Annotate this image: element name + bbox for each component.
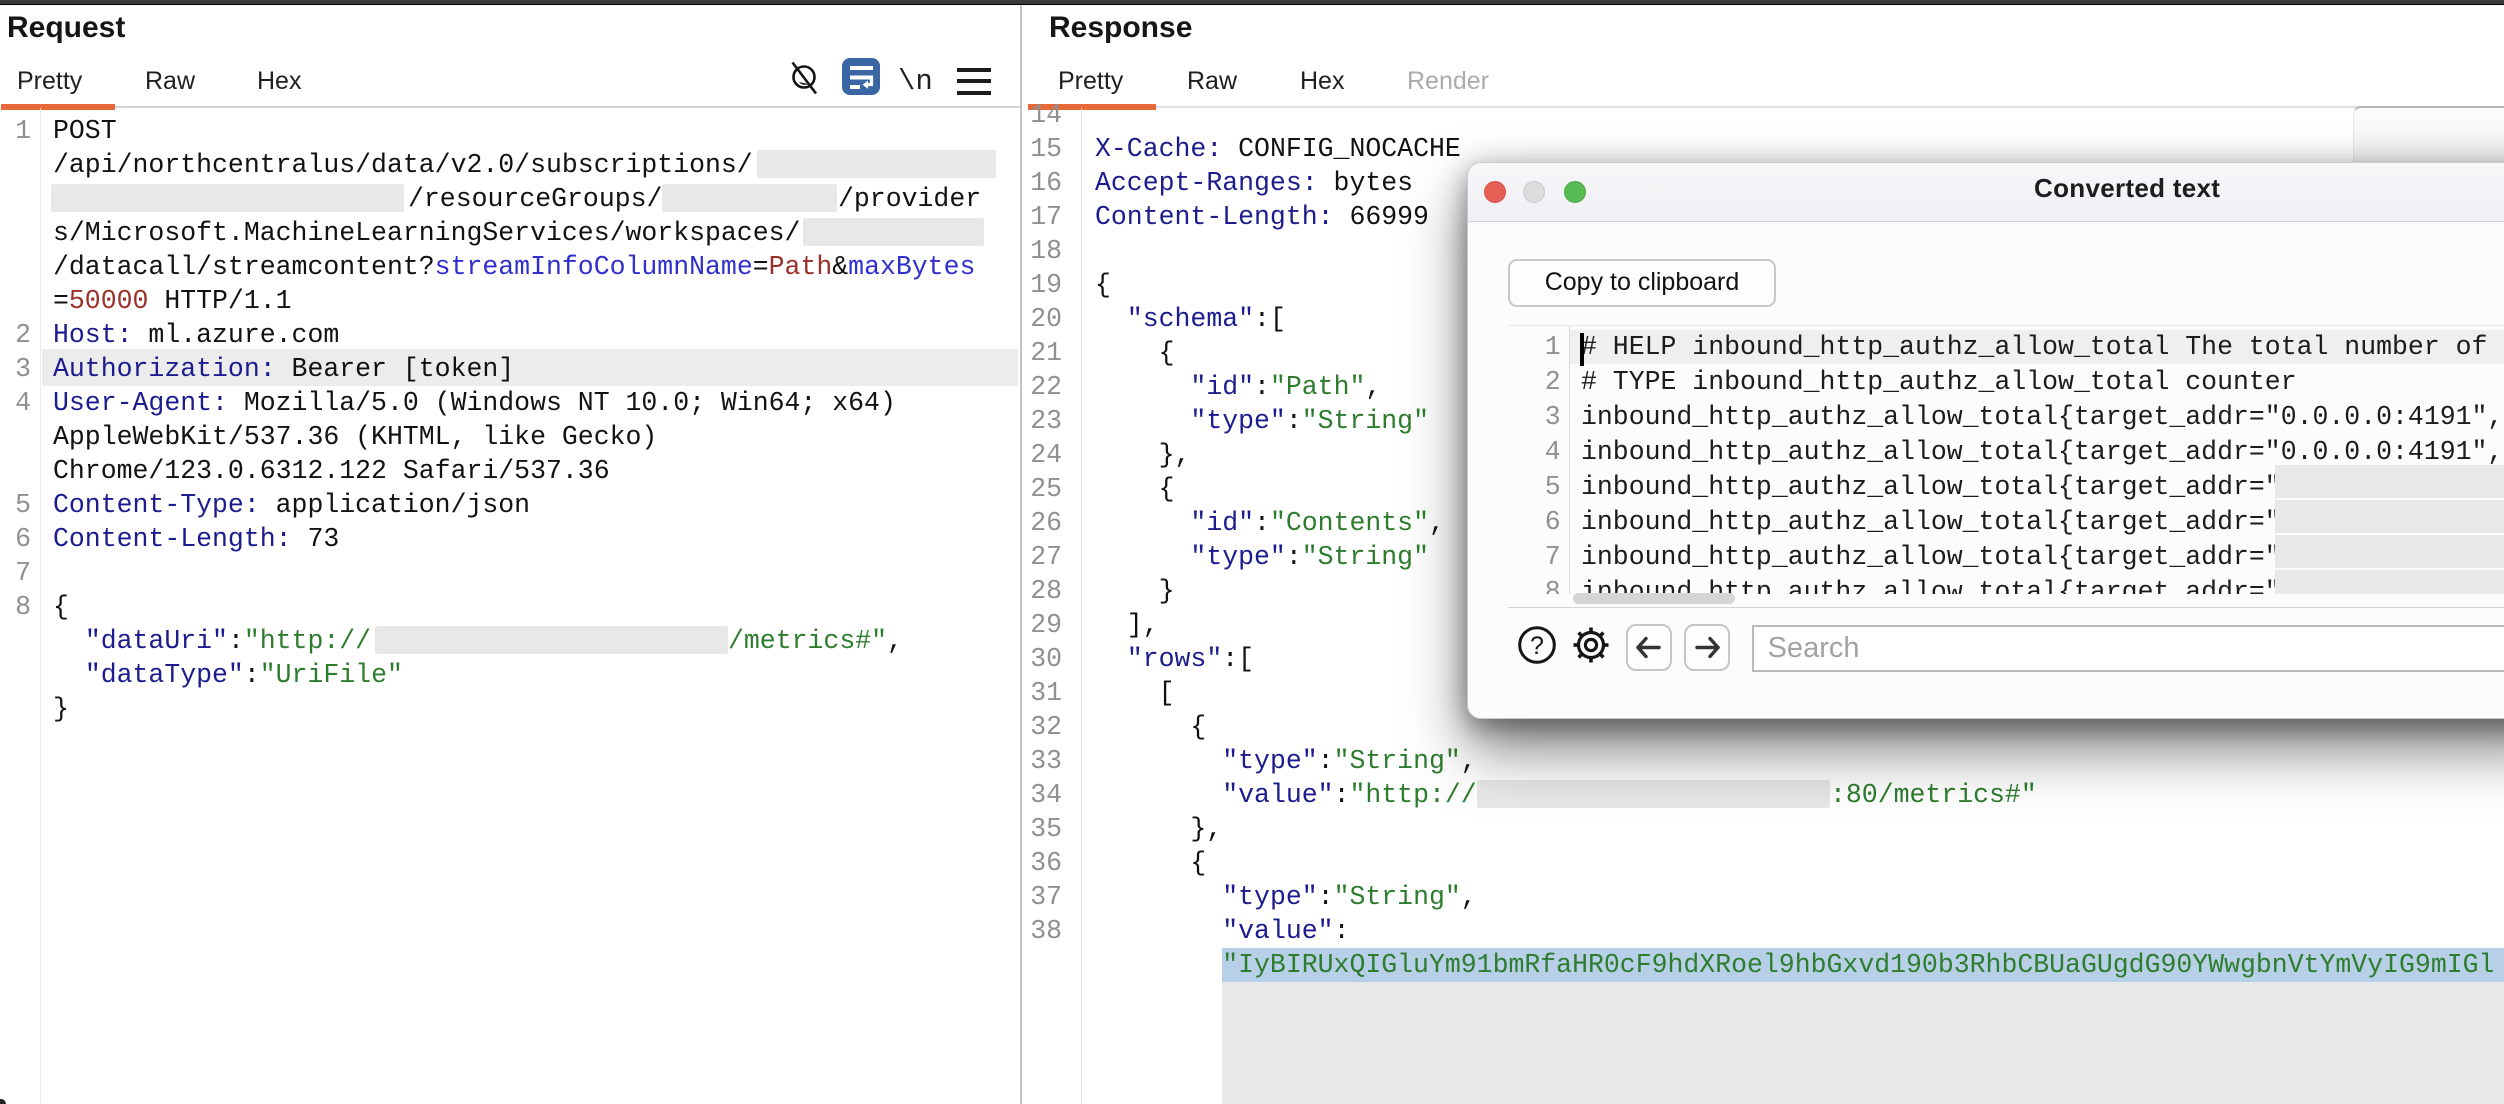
svg-text:?: ? (1530, 632, 1544, 660)
